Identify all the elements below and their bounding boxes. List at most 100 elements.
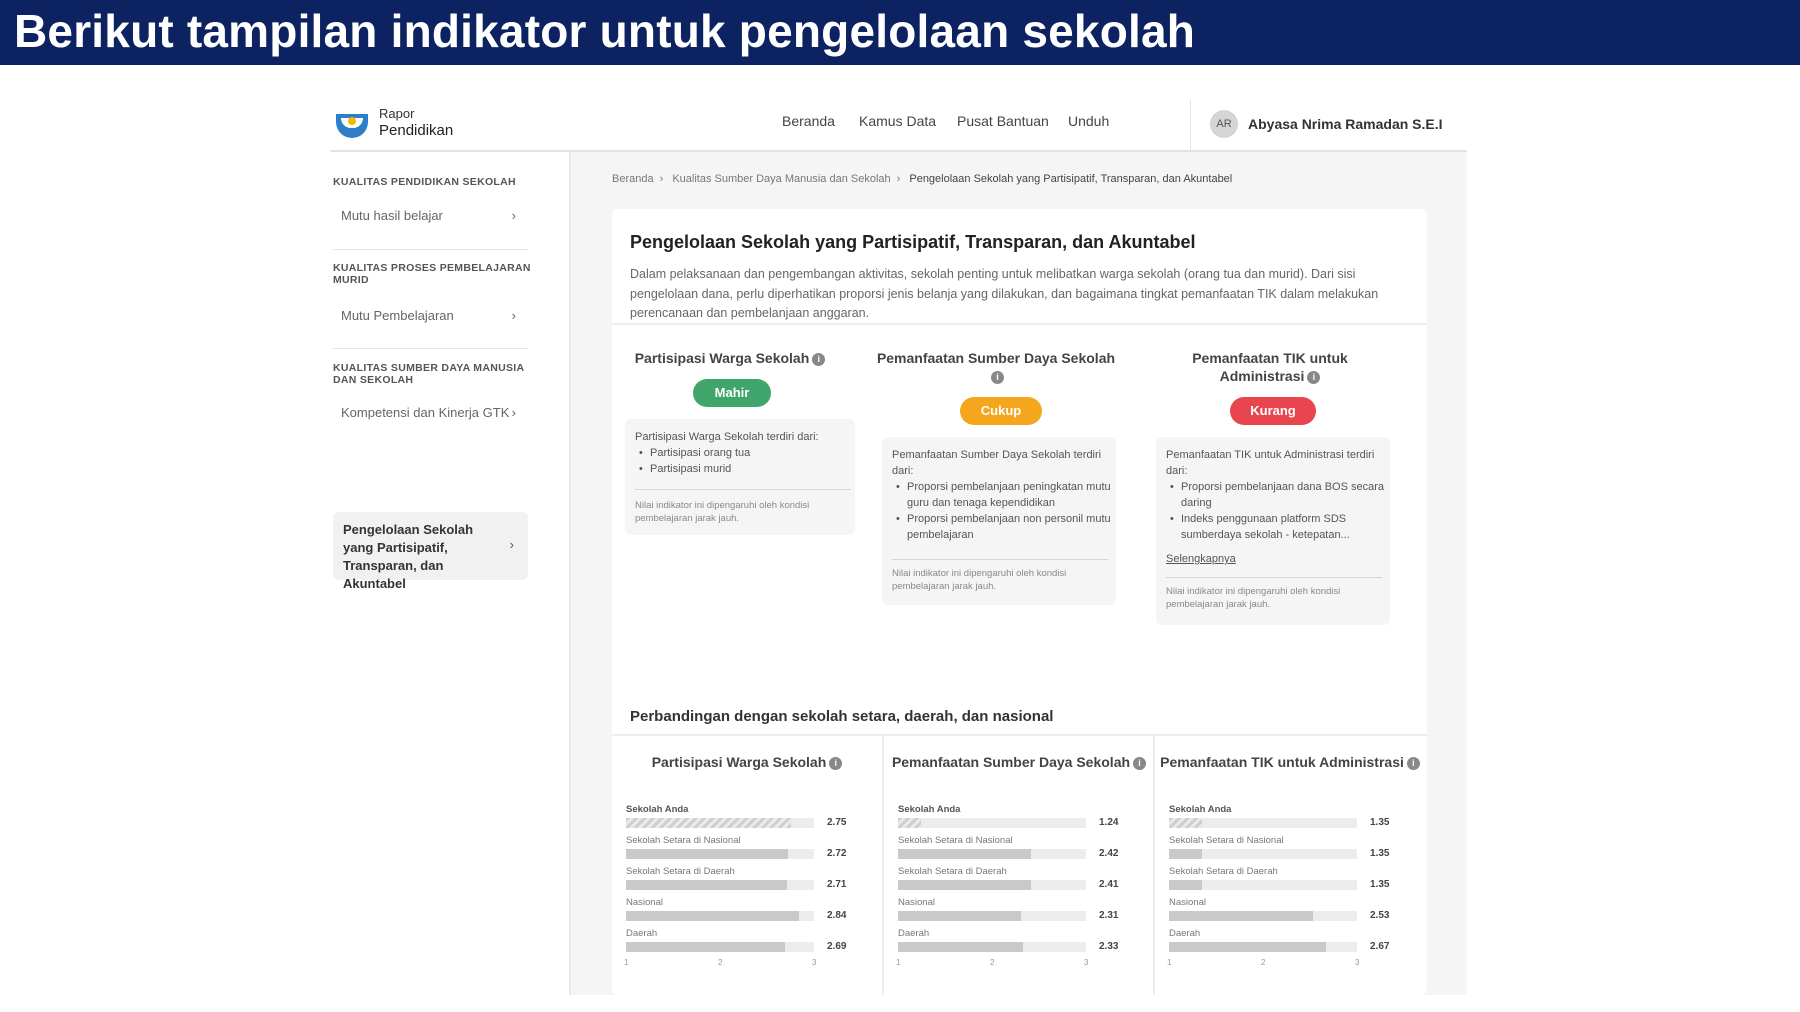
axis-tick-label: 1 (896, 958, 901, 967)
list-item: Proporsi pembelanjaan dana BOS secara da… (1166, 479, 1386, 511)
bar-track (898, 911, 1086, 921)
nav-kamus-data[interactable]: Kamus Data (859, 113, 936, 129)
indicator-title: Pemanfaatan Sumber Daya Sekolah i (876, 349, 1116, 385)
bar (626, 942, 785, 952)
app-screenshot: Rapor Pendidikan Beranda Kamus Data Pusa… (330, 100, 1467, 995)
divider (635, 489, 851, 490)
bar (1169, 880, 1202, 890)
bar (1169, 911, 1313, 921)
indicator-title: Pemanfaatan TIK untuk Administrasi i (1150, 349, 1390, 385)
info-icon[interactable]: i (991, 371, 1004, 384)
bar-label: Sekolah Setara di Daerah (898, 866, 1007, 877)
logo-line-1: Rapor (379, 106, 415, 121)
logo-line-2: Pendidikan (379, 122, 454, 139)
bar (626, 880, 787, 890)
breadcrumb-current: Pengelolaan Sekolah yang Partisipatif, T… (909, 173, 1233, 185)
nav-beranda[interactable]: Beranda (782, 113, 835, 129)
bar-label: Sekolah Setara di Daerah (1169, 866, 1278, 877)
info-icon[interactable]: i (1307, 371, 1321, 384)
detail-intro: Pemanfaatan TIK untuk Administrasi terdi… (1166, 449, 1375, 477)
sidebar-item-pengelolaan-sekolah[interactable]: Pengelolaan Sekolah yang Partisipatif, T… (333, 512, 528, 591)
page-title: Pengelolaan Sekolah yang Partisipatif, T… (630, 232, 1196, 252)
bar-label: Nasional (626, 897, 663, 908)
sidebar-item-mutu-pembelajaran[interactable]: Mutu Pembelajaran › (341, 308, 526, 323)
sidebar-item-label: Mutu hasil belajar (341, 208, 443, 223)
bar-value-label: 2.71 (827, 879, 847, 890)
info-icon[interactable]: i (1133, 757, 1147, 770)
bar-value-label: 1.35 (1370, 817, 1390, 828)
breadcrumb: Beranda › Kualitas Sumber Daya Manusia da… (612, 173, 1238, 185)
nav-unduh[interactable]: Unduh (1068, 113, 1109, 129)
bar (898, 818, 921, 828)
sidebar-item-kompetensi-gtk[interactable]: Kompetensi dan Kinerja GTK › (341, 405, 526, 420)
detail-intro: Partisipasi Warga Sekolah terdiri dari: (635, 431, 819, 443)
sidebar-item-label: Mutu Pembelajaran (341, 308, 454, 323)
list-item: Indeks penggunaan platform SDS sumberday… (1166, 511, 1386, 543)
sidebar-divider (333, 348, 528, 349)
chevron-right-icon: › (511, 308, 516, 323)
bar (626, 849, 788, 859)
sidebar-item-label: Pengelolaan Sekolah yang Partisipatif, T… (343, 522, 474, 591)
chevron-right-icon: › (509, 537, 514, 552)
bar-value-label: 1.24 (1099, 817, 1119, 828)
logo[interactable]: Rapor Pendidikan (333, 106, 463, 148)
detail-note: Nilai indikator ini dipengaruhi oleh kon… (635, 500, 810, 524)
bar-value-label: 2.42 (1099, 848, 1119, 859)
bar-value-label: 2.31 (1099, 910, 1119, 921)
bar-track (1169, 849, 1357, 859)
bar-label: Daerah (898, 928, 930, 939)
bar-label: Sekolah Setara di Nasional (626, 835, 741, 846)
bar-label: Nasional (898, 897, 935, 908)
nav-pusat-bantuan[interactable]: Pusat Bantuan (957, 113, 1049, 129)
info-icon[interactable]: i (812, 353, 826, 366)
bar-label: Sekolah Setara di Nasional (898, 835, 1013, 846)
divider (892, 559, 1108, 560)
bar-track (1169, 911, 1357, 921)
bar-value-label: 2.41 (1099, 879, 1119, 890)
chevron-right-icon: › (511, 405, 516, 420)
bar-track (626, 818, 814, 828)
list-item: Proporsi pembelanjaan peningkatan mutu g… (892, 479, 1112, 511)
status-badge: Mahir (693, 379, 771, 407)
selengkapnya-link[interactable]: Selengkapnya (1166, 551, 1236, 567)
bar-track (1169, 818, 1357, 828)
detail-list: Proporsi pembelanjaan peningkatan mutu g… (892, 479, 1112, 543)
chevron-right-icon: › (511, 208, 516, 223)
bar (898, 942, 1024, 952)
bar-label: Sekolah Anda (626, 804, 689, 815)
info-icon[interactable]: i (829, 757, 843, 770)
list-item: Partisipasi murid (635, 461, 855, 477)
breadcrumb-item[interactable]: Kualitas Sumber Daya Manusia dan Sekolah (672, 173, 890, 185)
bar-label: Sekolah Anda (1169, 804, 1232, 815)
bar (626, 818, 791, 828)
bar (898, 911, 1022, 921)
chart-title-text: Pemanfaatan Sumber Daya Sekolah (891, 754, 1131, 770)
bar-track (626, 849, 814, 859)
bar-label: Sekolah Anda (898, 804, 961, 815)
bar-value-label: 1.35 (1370, 848, 1390, 859)
sidebar-item-label: Kompetensi dan Kinerja GTK (341, 405, 510, 420)
user-name: Abyasa Nrima Ramadan S.E.I (1248, 116, 1443, 132)
bar-label: Sekolah Setara di Daerah (626, 866, 735, 877)
list-item: Partisipasi orang tua (635, 445, 855, 461)
sidebar-section-title: KUALITAS SUMBER DAYA MANUSIA DAN SEKOLAH (333, 362, 524, 386)
bar-value-label: 2.67 (1370, 941, 1390, 952)
bar-value-label: 2.84 (827, 910, 847, 921)
bar (1169, 942, 1326, 952)
bar-track (626, 911, 814, 921)
bar-value-label: 2.69 (827, 941, 847, 952)
breadcrumb-item[interactable]: Beranda (612, 173, 654, 185)
bar-track (898, 818, 1086, 828)
sidebar-item-mutu-hasil-belajar[interactable]: Mutu hasil belajar › (341, 208, 526, 223)
sidebar-section-title: KUALITAS PROSES PEMBELAJARAN MURID (333, 262, 531, 286)
info-icon[interactable]: i (1406, 757, 1420, 770)
axis-tick-label: 3 (1355, 958, 1360, 967)
comparison-title: Perbandingan dengan sekolah setara, daer… (630, 708, 1054, 725)
indicator-title-text: Partisipasi Warga Sekolah (634, 350, 810, 366)
axis-tick-label: 2 (990, 958, 995, 967)
chart-title: Partisipasi Warga Sekolah i (612, 753, 882, 771)
bar-value-label: 2.72 (827, 848, 847, 859)
bar-value-label: 1.35 (1370, 879, 1390, 890)
chart-title-text: Partisipasi Warga Sekolah (651, 754, 827, 770)
divider (612, 323, 1427, 325)
